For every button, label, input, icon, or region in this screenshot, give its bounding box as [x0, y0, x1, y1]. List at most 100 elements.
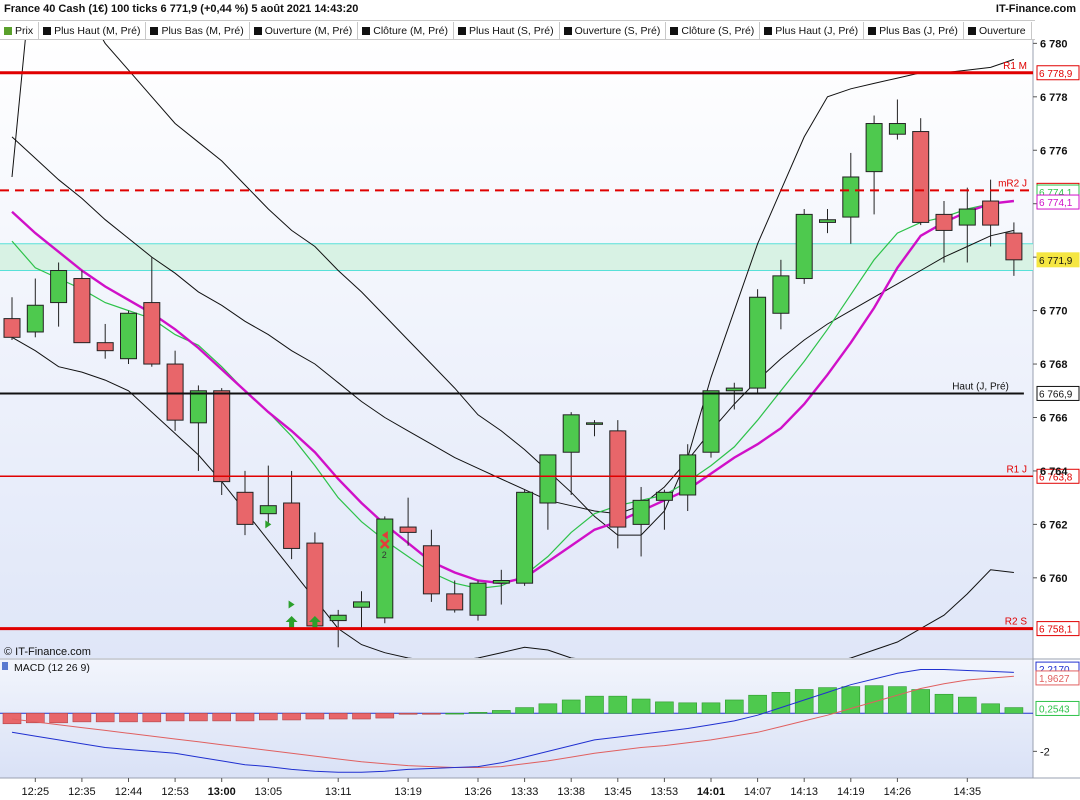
x-tick-label: 14:19: [837, 786, 865, 798]
candle-body-up: [632, 499, 650, 525]
macd-bar-positive: [445, 712, 465, 715]
macd-label-swatch: [2, 662, 8, 670]
candle: [213, 388, 231, 495]
candle: [120, 310, 137, 365]
macd-bar-positive: [724, 699, 744, 714]
y-tick-label: 6 778: [1040, 92, 1068, 104]
candle-body-down: [3, 318, 21, 338]
macd-bar-negative: [282, 712, 301, 721]
x-tick-label: 13:00: [208, 786, 236, 798]
candle: [702, 390, 720, 458]
candle-body-up: [120, 312, 137, 360]
candle-body-up: [189, 390, 207, 424]
level-label-2: Haut (J, Pré): [952, 381, 1009, 392]
candle-body-down: [96, 342, 114, 352]
macd-bar-positive: [631, 698, 651, 714]
macd-bar-negative: [375, 712, 395, 719]
value-tag-2: 6 771,9: [1039, 256, 1073, 267]
candle: [749, 289, 767, 394]
value-tag-1: 6 774,1: [1039, 198, 1073, 209]
macd-bar-negative: [328, 712, 348, 720]
x-tick-label: 13:33: [511, 786, 539, 798]
macd-bar-positive: [468, 712, 488, 714]
level-tag-4: 6 758,1: [1039, 625, 1073, 636]
candle-body-up: [819, 219, 836, 223]
macd-bar-negative: [142, 712, 162, 723]
candle-body-up: [888, 123, 906, 135]
candle-body-up: [679, 454, 697, 496]
x-tick-label: 12:44: [115, 786, 143, 798]
y-tick-label: 6 766: [1040, 412, 1068, 424]
y-tick-label: 6 776: [1040, 145, 1068, 157]
candle-body-up: [795, 213, 813, 280]
level-label-0: R1 M: [1003, 61, 1027, 72]
macd-bar-positive: [841, 686, 861, 714]
macd-bar-negative: [422, 712, 441, 715]
macd-bar-positive: [538, 703, 558, 714]
x-tick-label: 12:35: [68, 786, 96, 798]
y-tick-label: 6 764: [1040, 466, 1068, 478]
candle-body-down: [399, 526, 417, 533]
macd-bar-positive: [701, 702, 721, 714]
x-tick-label: 14:26: [884, 786, 912, 798]
x-tick-label: 13:45: [604, 786, 632, 798]
y-tick-label: 6 760: [1040, 573, 1068, 585]
macd-bar-positive: [608, 695, 628, 714]
y-tick-label: 6 768: [1040, 359, 1068, 371]
watermark-label: © IT-Finance.com: [4, 646, 91, 658]
macd-bar-positive: [561, 699, 581, 714]
candle: [306, 532, 324, 629]
candle-body-up: [329, 614, 347, 622]
candle: [73, 270, 91, 344]
macd-label: MACD (12 26 9): [14, 662, 90, 674]
candle-body-down: [1005, 232, 1023, 261]
macd-bar-positive: [655, 701, 674, 714]
candle-body-down: [912, 131, 930, 223]
macd-bar-positive: [748, 694, 767, 714]
candle-body-up: [516, 491, 534, 584]
candle-body-up: [586, 422, 603, 425]
candle: [469, 580, 487, 621]
x-tick-label: 13:19: [394, 786, 422, 798]
candle-body-up: [865, 123, 883, 173]
macd-value-tag-2: 0,2543: [1039, 704, 1070, 715]
x-tick-label: 13:11: [325, 786, 352, 798]
x-tick-label: 13:53: [651, 786, 679, 798]
x-tick-label: 13:38: [557, 786, 585, 798]
level-tag-2: 6 766,9: [1039, 389, 1073, 400]
x-tick-label: 14:35: [954, 786, 982, 798]
candle-body-down: [306, 542, 324, 627]
x-tick-label: 14:01: [697, 786, 725, 798]
candle-body-down: [143, 302, 161, 365]
signal-count-label: 2: [382, 550, 387, 560]
candle-body-up: [725, 387, 743, 392]
candle-body-up: [259, 505, 277, 515]
candle-body-down: [73, 278, 91, 344]
macd-bar-negative: [2, 712, 22, 725]
macd-bar-positive: [957, 696, 977, 714]
macd-bar-negative: [305, 712, 325, 720]
macd-value-tag-1: 1,9627: [1039, 674, 1070, 685]
candle-body-down: [236, 491, 254, 525]
candle-body-up: [539, 454, 557, 504]
x-tick-label: 13:05: [255, 786, 283, 798]
candle-body-up: [655, 491, 673, 501]
candle-body-down: [935, 213, 953, 231]
y-tick-label: 6 762: [1040, 519, 1068, 531]
macd-bar-negative: [235, 712, 255, 722]
macd-bar-positive: [515, 707, 534, 714]
chart-canvas: 2R1 M6 778,9mR2 J6 774,5Haut (J, Pré)6 7…: [0, 38, 1080, 798]
level-label-4: R2 S: [1005, 617, 1028, 628]
candle: [912, 118, 930, 226]
x-tick-label: 14:13: [790, 786, 818, 798]
level-label-3: R1 J: [1006, 464, 1027, 475]
macd-y-tick-label: -2: [1040, 746, 1050, 758]
macd-bar-negative: [119, 712, 138, 723]
x-tick-label: 14:07: [744, 786, 772, 798]
macd-bar-negative: [212, 712, 231, 722]
candle: [376, 516, 394, 624]
macd-bar-positive: [1004, 707, 1024, 714]
x-tick-label: 13:26: [464, 786, 492, 798]
candle: [516, 489, 534, 586]
candle-body-up: [492, 580, 510, 584]
